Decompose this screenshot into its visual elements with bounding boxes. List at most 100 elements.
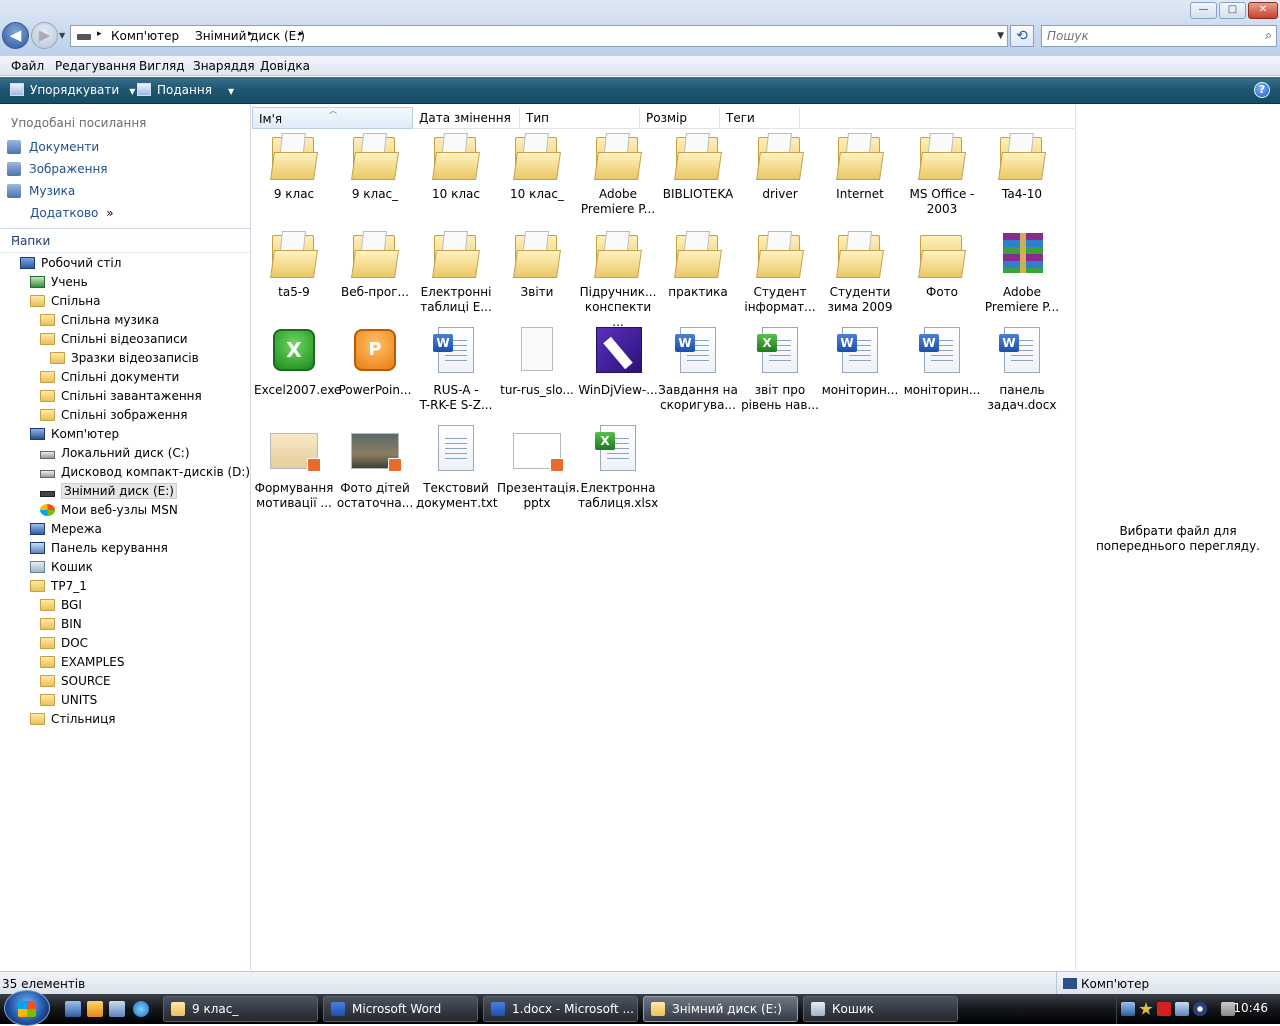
file-item[interactable]: Ta4-10 xyxy=(982,131,1062,227)
recent-pages-dropdown[interactable]: ▼ xyxy=(59,31,65,40)
file-item[interactable]: Текстовий документ.txt xyxy=(416,425,498,521)
taskbar-button-removable-disk[interactable]: Знімний диск (E:) xyxy=(643,996,798,1022)
file-item[interactable]: 10 клас xyxy=(416,131,496,227)
favorite-music[interactable]: Музика xyxy=(7,184,75,202)
tree-removable-disk-e[interactable]: Знімний диск (E:) xyxy=(40,482,177,501)
tree-doc[interactable]: DOC xyxy=(40,634,88,653)
file-item[interactable]: Фото дітей остаточна... xyxy=(335,425,415,521)
file-item[interactable]: Xзвіт про рівень нав... xyxy=(740,327,820,423)
forward-button[interactable]: ▶ xyxy=(31,22,58,49)
tree-public-pictures[interactable]: Спільні зображення xyxy=(40,406,188,425)
views-button[interactable]: Подання ▼ xyxy=(137,83,234,97)
breadcrumb-computer[interactable]: Комп'ютер xyxy=(111,29,179,43)
file-item[interactable]: tur-rus_slo... xyxy=(497,327,577,423)
tree-desktop[interactable]: Робочий стіл xyxy=(20,254,121,273)
file-item[interactable]: Студенти зима 2009 xyxy=(820,229,900,325)
help-icon[interactable]: ? xyxy=(1254,82,1270,98)
clock[interactable]: 10:46 xyxy=(1233,1001,1268,1015)
breadcrumb-removable-drive[interactable]: Знімний диск (E:) xyxy=(195,29,305,43)
file-item[interactable]: Фото xyxy=(902,229,982,325)
star-tray-icon[interactable] xyxy=(1139,1002,1153,1015)
file-item[interactable]: Веб-прог... xyxy=(335,229,415,325)
close-button[interactable]: ✕ xyxy=(1248,2,1278,19)
internet-explorer-icon[interactable] xyxy=(133,1001,149,1017)
minimize-button[interactable]: — xyxy=(1190,2,1217,19)
tree-public-videos[interactable]: Спільні відеозаписи xyxy=(40,330,188,349)
antivirus-tray-icon[interactable] xyxy=(1157,1002,1171,1016)
switch-windows-icon[interactable] xyxy=(109,1001,125,1017)
file-item[interactable]: MS Office -2003 xyxy=(902,131,982,227)
pen-tray-icon[interactable] xyxy=(1175,1002,1189,1016)
menu-view[interactable]: Вигляд xyxy=(139,59,185,73)
column-date-modified[interactable]: Дата змінення xyxy=(413,107,520,129)
file-item[interactable]: Adobe Premiere P... xyxy=(578,131,658,227)
file-item[interactable]: Підручник... конспекти ... xyxy=(578,229,658,329)
file-item[interactable]: W Завдання на скоригува... xyxy=(658,327,738,423)
tree-public-downloads[interactable]: Спільні завантаження xyxy=(40,387,202,406)
tree-tp7[interactable]: TP7_1 xyxy=(30,577,87,596)
tree-public-music[interactable]: Спільна музика xyxy=(40,311,159,330)
column-name[interactable]: Ім'я ︿ xyxy=(252,106,413,129)
taskbar-button-9-klas[interactable]: 9 клас_ xyxy=(163,996,318,1022)
taskbar-button-docx[interactable]: 1.docx - Microsoft ... xyxy=(483,996,638,1022)
favorite-pictures[interactable]: Зображення xyxy=(7,162,108,180)
search-input[interactable] xyxy=(1047,27,1247,45)
file-item[interactable]: W RUS-A - T-RK-E S-Z... xyxy=(416,327,496,423)
file-item[interactable]: Adobe Premiere P... xyxy=(982,229,1062,325)
column-size[interactable]: Розмір xyxy=(640,107,720,129)
media-player-icon[interactable] xyxy=(87,1001,103,1017)
file-item[interactable]: 9 клас xyxy=(254,131,334,227)
address-dropdown-icon[interactable]: ▼ xyxy=(997,31,1004,41)
folders-header[interactable]: Папки ⌄ xyxy=(0,228,250,253)
favorite-documents[interactable]: Документи xyxy=(7,140,99,158)
file-item[interactable]: P PowerPoin... xyxy=(335,327,415,423)
file-item[interactable]: X Електронна таблиця.xlsx xyxy=(578,425,658,521)
file-item[interactable]: WinDjView-... xyxy=(578,327,658,423)
file-item[interactable]: Звіти xyxy=(497,229,577,325)
tree-bin[interactable]: BIN xyxy=(40,615,82,634)
tree-cd-drive-d[interactable]: Дисковод компакт-дисків (D:) xyxy=(40,463,250,482)
tree-public[interactable]: Спільна xyxy=(30,292,101,311)
tree-control-panel[interactable]: Панель керування xyxy=(30,539,168,558)
address-bar[interactable]: ▸ Комп'ютер ▸ Знімний диск (E:) ▸ ▼ xyxy=(70,25,1008,47)
file-item[interactable]: Wпанель задач.docx xyxy=(982,327,1062,423)
tree-sample-videos[interactable]: Зразки відеозаписів xyxy=(50,349,199,368)
file-item[interactable]: практика xyxy=(658,229,738,325)
file-item[interactable]: X Excel2007.exe xyxy=(254,327,341,423)
tree-units[interactable]: UNITS xyxy=(40,691,97,710)
tree-network[interactable]: Мережа xyxy=(30,520,102,539)
organize-button[interactable]: Упорядкувати ▼ xyxy=(10,83,135,97)
file-item[interactable]: Формування мотивації ... xyxy=(254,425,334,521)
file-item[interactable]: 10 клас_ xyxy=(497,131,577,227)
file-item[interactable]: 9 клас_ xyxy=(335,131,415,227)
tree-source[interactable]: SOURCE xyxy=(40,672,111,691)
start-button[interactable] xyxy=(4,990,50,1026)
back-button[interactable]: ◀ xyxy=(2,22,29,49)
tree-stilnytsia[interactable]: Стільниця xyxy=(30,710,115,729)
search-box[interactable]: ⌕ xyxy=(1041,25,1277,47)
show-desktop-icon[interactable] xyxy=(65,1001,81,1017)
file-item[interactable]: Internet xyxy=(820,131,900,227)
file-item[interactable]: Wмоніторин... xyxy=(902,327,982,423)
file-item[interactable]: Електронні таблиці Е... xyxy=(416,229,496,325)
network-tray-icon[interactable] xyxy=(1121,1002,1135,1016)
breadcrumb-separator[interactable]: ▸ xyxy=(299,29,304,39)
menu-edit[interactable]: Редагування xyxy=(55,59,136,73)
file-item[interactable]: Wмоніторин... xyxy=(820,327,900,423)
file-item[interactable]: Студент інформат... xyxy=(740,229,820,325)
file-item[interactable]: Презентація. pptx xyxy=(497,425,580,521)
tree-recycle-bin[interactable]: Кошик xyxy=(30,558,93,577)
refresh-button[interactable]: ⟲ xyxy=(1010,25,1034,47)
file-item[interactable]: driver xyxy=(740,131,820,227)
column-tags[interactable]: Теги xyxy=(720,107,800,129)
taskbar-button-word[interactable]: Microsoft Word xyxy=(323,996,478,1022)
menu-file[interactable]: Файл xyxy=(11,59,44,73)
tree-msn-sites[interactable]: Мои веб-узлы MSN xyxy=(40,501,178,520)
tree-bgi[interactable]: BGI xyxy=(40,596,82,615)
file-item[interactable]: BIBLIOTEKA xyxy=(658,131,738,227)
menu-tools[interactable]: Знаряддя xyxy=(193,59,255,73)
tree-local-disk-c[interactable]: Локальний диск (C:) xyxy=(40,444,190,463)
breadcrumb-separator[interactable]: ▸ xyxy=(97,29,102,39)
tree-user[interactable]: Учень xyxy=(30,273,88,292)
file-item[interactable]: ta5-9 xyxy=(254,229,334,325)
